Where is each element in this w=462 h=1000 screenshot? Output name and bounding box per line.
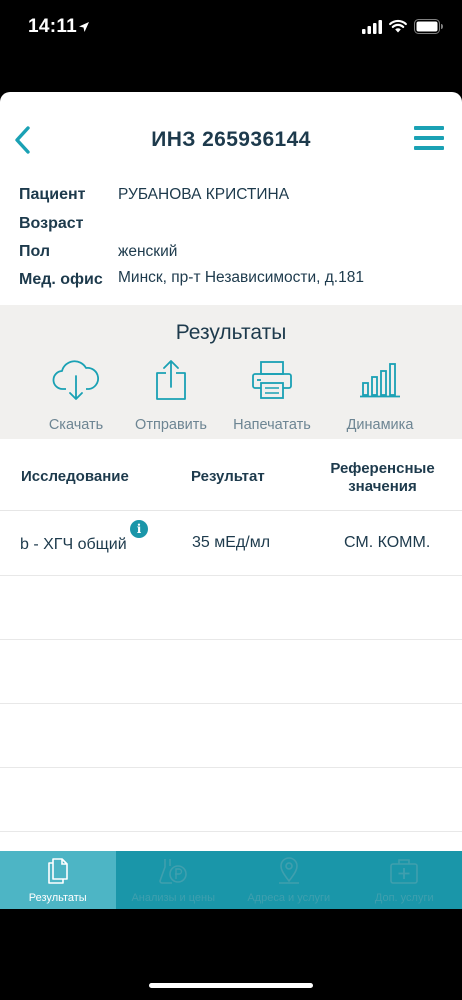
menu-line: [414, 136, 444, 140]
office-label: Мед. офис: [19, 271, 103, 288]
tab-label: Результаты: [28, 892, 87, 904]
share-icon: [156, 360, 186, 400]
tab-bar: Результаты Анализы и цены Адреса и услуг…: [0, 851, 462, 909]
age-label: Возраст: [19, 215, 84, 232]
table-row-empty: [0, 640, 462, 704]
menu-line: [414, 126, 444, 130]
table-row-empty: [0, 576, 462, 640]
printer-icon: [252, 361, 292, 399]
cellular-signal-icon: [362, 20, 382, 34]
menu-line: [414, 146, 444, 150]
status-bar: 14:11: [0, 0, 462, 60]
dynamics-label: Динамика: [346, 417, 414, 433]
patient-value: РУБАНОВА КРИСТИНА: [118, 186, 290, 203]
header-study: Исследование: [21, 468, 129, 485]
results-title: Результаты: [175, 321, 287, 344]
download-label: Скачать: [48, 417, 104, 433]
tab-label: Адреса и услуги: [247, 892, 331, 904]
dynamics-button[interactable]: Динамика: [330, 351, 430, 437]
patient-label: Пациент: [19, 186, 86, 203]
nav-bar: ИНЗ 265936144: [0, 92, 462, 187]
patient-row-name: Пациент РУБАНОВА КРИСТИНА: [0, 184, 462, 210]
bar-chart-icon: [360, 363, 400, 398]
status-time: 14:11: [28, 16, 78, 37]
tab-results[interactable]: Результаты: [0, 851, 116, 909]
print-label: Напечатать: [233, 417, 311, 433]
tab-label: Доп. услуги: [374, 892, 434, 904]
wifi-icon: [389, 19, 407, 33]
menu-button[interactable]: [414, 126, 444, 156]
map-pin-icon: [278, 857, 299, 884]
medical-kit-icon: [390, 859, 419, 884]
results-actions-panel: Результаты Скачать Отправить Напечатать …: [0, 305, 462, 439]
tab-addresses[interactable]: Адреса и услуги: [231, 851, 347, 909]
tab-analyses[interactable]: Анализы и цены: [116, 851, 232, 909]
office-value: Минск, пр-т Независимости, д.181: [118, 269, 364, 286]
print-button[interactable]: Напечатать: [222, 351, 322, 437]
page-title: ИНЗ 265936144: [151, 128, 311, 151]
download-button[interactable]: Скачать: [26, 351, 126, 437]
sex-value: женский: [118, 243, 178, 260]
share-label: Отправить: [135, 417, 207, 433]
flask-price-icon: [159, 859, 188, 884]
table-row-empty: [0, 768, 462, 832]
sex-label: Пол: [19, 243, 51, 260]
study-name: b - ХГЧ общий: [20, 536, 127, 553]
patient-row-sex: Пол женский: [0, 241, 462, 267]
table-row-empty: [0, 704, 462, 768]
battery-icon: [414, 19, 443, 34]
header-result: Результат: [191, 468, 265, 485]
results-sheet: ИНЗ 265936144 Пациент РУБАНОВА КРИСТИНА …: [0, 92, 462, 909]
home-indicator[interactable]: [149, 983, 313, 988]
share-button[interactable]: Отправить: [121, 351, 221, 437]
patient-row-office: Мед. офис Минск, пр-т Независимости, д.1…: [0, 269, 462, 295]
cloud-download-icon: [52, 360, 99, 400]
study-result: 35 мЕд/мл: [192, 534, 271, 551]
header-reference-line2: значения: [348, 478, 417, 495]
table-header: Исследование Результат Референсные значе…: [0, 439, 462, 511]
tab-extra-services[interactable]: Доп. услуги: [347, 851, 462, 909]
table-row[interactable]: b - ХГЧ общий 35 мЕд/мл СМ. КОММ.: [0, 512, 462, 576]
study-reference: СМ. КОММ.: [344, 534, 431, 551]
tab-label: Анализы и цены: [131, 892, 216, 904]
info-icon[interactable]: i: [130, 520, 148, 538]
document-icon: [47, 858, 68, 884]
location-arrow-icon: [79, 22, 89, 32]
patient-row-age: Возраст: [0, 213, 462, 239]
header-reference-line1: Референсные: [330, 460, 435, 477]
